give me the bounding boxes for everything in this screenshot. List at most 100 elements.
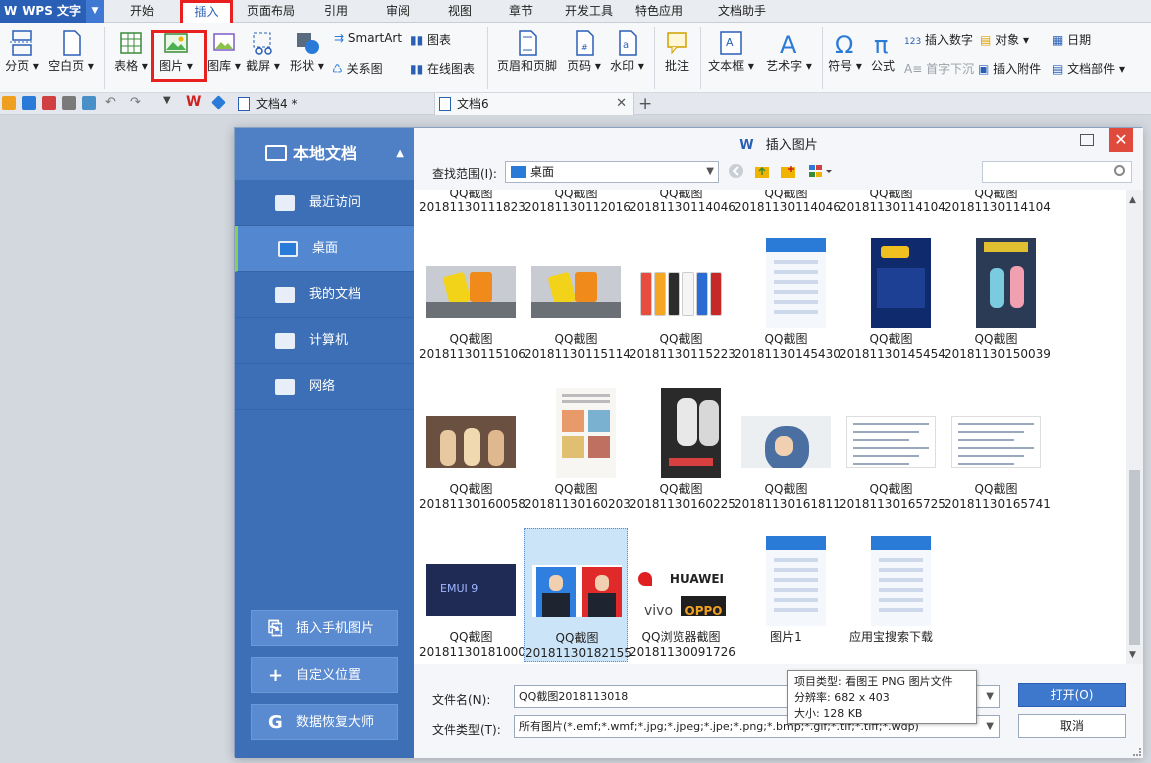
- blank-page-button[interactable]: 空白页 ▾: [46, 29, 96, 74]
- watermark-button[interactable]: a 水印 ▾: [608, 29, 646, 74]
- file-item[interactable]: QQ截图 20181130165725: [839, 380, 946, 514]
- collapse-icon[interactable]: ▲: [396, 128, 404, 180]
- page-break-button[interactable]: 分页 ▾: [2, 29, 42, 74]
- print-icon[interactable]: [62, 96, 76, 110]
- file-item[interactable]: QQ截图 20181130150039: [944, 230, 1051, 364]
- relation-chart-button[interactable]: ♺ 关系图: [332, 60, 383, 77]
- screenshot-button[interactable]: 截屏 ▾: [244, 29, 282, 74]
- tab-section[interactable]: 章节: [497, 0, 545, 23]
- pdf-icon[interactable]: [42, 96, 56, 110]
- cancel-button[interactable]: 取消: [1018, 714, 1126, 738]
- view-menu-icon[interactable]: [808, 163, 836, 179]
- file-item[interactable]: 应用宝搜索下载: [839, 528, 943, 662]
- shape-button[interactable]: 形状 ▾: [288, 29, 326, 74]
- maximize-icon[interactable]: [1080, 134, 1094, 146]
- up-folder-icon[interactable]: [754, 163, 770, 179]
- doc-parts-button[interactable]: ▤ 文档部件 ▾: [1052, 60, 1125, 77]
- file-item[interactable]: QQ截图 20181130114046: [734, 190, 841, 218]
- tab-features[interactable]: 特色应用: [628, 0, 690, 23]
- back-icon[interactable]: [728, 163, 744, 179]
- object-button[interactable]: ▤ 对象 ▾: [980, 31, 1029, 48]
- chevron-down-icon[interactable]: ▼: [986, 716, 994, 737]
- sidebar-item-recent[interactable]: 最近访问: [235, 180, 414, 226]
- smartart-button[interactable]: ⇉ SmartArt: [334, 31, 402, 45]
- tab-references[interactable]: 引用: [312, 0, 360, 23]
- file-item[interactable]: QQ截图 20181130115106: [419, 230, 526, 364]
- sidebar-item-computer[interactable]: 计算机: [235, 318, 414, 364]
- tab-review[interactable]: 审阅: [374, 0, 422, 23]
- close-button[interactable]: ✕: [1109, 128, 1133, 152]
- doc-tab-6[interactable]: 文档6 ✕: [434, 93, 634, 115]
- tab-doc-assistant[interactable]: 文档助手: [700, 0, 784, 23]
- formula-button[interactable]: π 公式: [866, 29, 900, 74]
- chart-button[interactable]: ▮▮ 图表: [410, 31, 451, 48]
- open-folder-icon[interactable]: [2, 96, 16, 110]
- file-item[interactable]: QQ截图 20181130160203: [524, 380, 631, 514]
- doc-tab-4[interactable]: 文档4 *: [234, 93, 432, 115]
- file-item[interactable]: QQ截图 20181130161811: [734, 380, 841, 514]
- insert-phone-picture-button[interactable]: ⎘ 插入手机图片: [251, 610, 398, 646]
- sidebar-item-my-documents[interactable]: 我的文档: [235, 272, 414, 318]
- scroll-down-icon[interactable]: ▼: [1129, 650, 1136, 660]
- save-icon[interactable]: [22, 96, 36, 110]
- file-item[interactable]: QQ截图 20181130115223: [629, 230, 736, 364]
- file-item[interactable]: QQ截图 20181130145454: [839, 230, 946, 364]
- cube-icon[interactable]: [211, 95, 226, 110]
- file-item[interactable]: QQ截图 20181130115114: [524, 230, 631, 364]
- close-tab-icon[interactable]: ✕: [616, 93, 627, 115]
- custom-location-button[interactable]: + 自定义位置: [251, 657, 398, 693]
- comment-button[interactable]: 批注: [660, 29, 694, 74]
- scrollbar-thumb[interactable]: [1129, 470, 1140, 645]
- tab-start[interactable]: 开始: [110, 0, 174, 23]
- chevron-down-icon[interactable]: ▼: [86, 0, 104, 23]
- sidebar-item-network[interactable]: 网络: [235, 364, 414, 410]
- textbox-button[interactable]: A 文本框 ▾: [706, 29, 756, 74]
- file-item[interactable]: 图片1: [734, 528, 838, 662]
- file-item-selected[interactable]: QQ截图 20181130182155: [524, 528, 632, 662]
- file-item[interactable]: QQ截图 20181130112016: [524, 190, 631, 218]
- tab-insert[interactable]: 插入: [180, 0, 233, 23]
- table-button[interactable]: 表格 ▾: [112, 29, 150, 74]
- scroll-up-icon[interactable]: ▲: [1129, 195, 1136, 205]
- look-in-select[interactable]: 桌面 ▼: [505, 161, 719, 183]
- new-tab-icon[interactable]: +: [638, 93, 652, 115]
- file-item[interactable]: QQ截图 20181130145430: [734, 230, 841, 364]
- file-item[interactable]: QQ截图 20181130160058: [419, 380, 526, 514]
- sidebar-header[interactable]: 本地文档 ▲: [235, 128, 414, 180]
- undo-icon[interactable]: ↶: [105, 95, 119, 110]
- vertical-scrollbar[interactable]: ▲ ▼: [1126, 190, 1143, 664]
- data-recovery-button[interactable]: G 数据恢复大师: [251, 704, 398, 740]
- page-number-button[interactable]: # 页码 ▾: [565, 29, 603, 74]
- online-chart-button[interactable]: ▮▮ 在线图表: [410, 60, 475, 77]
- file-item[interactable]: QQ截图 20181130114104: [839, 190, 946, 218]
- tab-page-layout[interactable]: 页面布局: [240, 0, 302, 23]
- redo-icon[interactable]: ↷: [130, 95, 144, 110]
- tab-view[interactable]: 视图: [436, 0, 484, 23]
- open-button[interactable]: 打开(O): [1018, 683, 1126, 707]
- date-button[interactable]: ▦ 日期: [1052, 31, 1091, 48]
- file-item[interactable]: QQ截图 20181130111823: [419, 190, 526, 218]
- drop-cap-button[interactable]: A≡ 首字下沉: [904, 60, 974, 77]
- header-footer-button[interactable]: 页眉和页脚: [494, 29, 560, 74]
- file-item[interactable]: QQ截图 20181130114046: [629, 190, 736, 218]
- new-folder-icon[interactable]: [780, 163, 796, 179]
- file-item[interactable]: QQ截图 20181130114104: [944, 190, 1051, 218]
- wps-logo[interactable]: W WPS 文字 ▼: [0, 0, 104, 23]
- file-item[interactable]: QQ截图 20181130160225: [629, 380, 736, 514]
- chevron-down-icon[interactable]: ▼: [163, 95, 177, 109]
- wordart-button[interactable]: A 艺术字 ▾: [762, 29, 816, 74]
- search-input[interactable]: [982, 161, 1132, 183]
- file-item[interactable]: QQ截图 20181130165741: [944, 380, 1051, 514]
- print-preview-icon[interactable]: [82, 96, 96, 110]
- sidebar-item-desktop[interactable]: 桌面: [235, 226, 414, 272]
- file-grid[interactable]: QQ截图 20181130111823 QQ截图 20181130112016 QQ截图…: [414, 190, 1126, 664]
- chevron-down-icon[interactable]: ▼: [986, 686, 994, 707]
- tab-developer[interactable]: 开发工具: [558, 0, 620, 23]
- attachment-button[interactable]: ▣ 插入附件: [978, 60, 1041, 77]
- file-item[interactable]: EMUI 9 QQ截图 20181130181000: [419, 528, 526, 662]
- wps-red-logo-icon[interactable]: W: [186, 94, 201, 110]
- file-item[interactable]: HUAWEI vivo OPPO QQ浏览器截图 20181130091726: [629, 528, 736, 662]
- resize-grip[interactable]: [1133, 748, 1141, 756]
- gallery-button[interactable]: 图库 ▾: [207, 29, 241, 74]
- symbol-button[interactable]: Ω 符号 ▾: [826, 29, 864, 74]
